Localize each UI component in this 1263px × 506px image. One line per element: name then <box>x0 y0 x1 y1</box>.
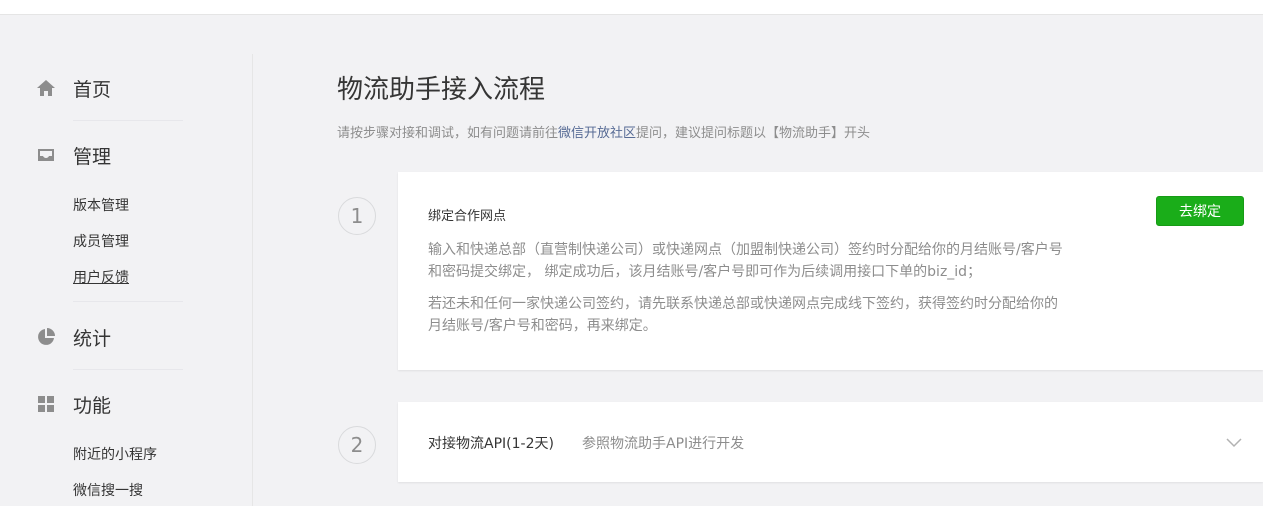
hint-prefix: 请按步骤对接和调试，如有问题请前往 <box>337 126 559 141</box>
home-icon <box>36 78 56 98</box>
description-line: 和密码提交绑定， 绑定成功后，该月结账号/客户号即可作为后续调用接口下单的biz… <box>428 264 982 280</box>
step-title: 绑定合作网点 <box>428 209 507 224</box>
divider <box>73 301 183 302</box>
description-line: 输入和快递总部（直营制快递公司）或快递网点（加盟制快递公司）签约时分配给你的月结… <box>428 242 1063 258</box>
sidebar-subitem-search[interactable]: 微信搜一搜 <box>73 480 143 500</box>
sidebar-item-features[interactable]: 功能 <box>36 392 112 417</box>
sidebar: 首页 管理 版本管理 成员管理 用户反馈 统计 功能 附近的小程序 微信搜一搜 <box>0 54 253 506</box>
description-line: 若还未和任何一家快递公司签约，请先联系快递总部或快递网点完成线下签约，获得签约时… <box>428 296 1058 312</box>
step-description: 参照物流助手API进行开发 <box>582 436 745 452</box>
chevron-down-icon[interactable] <box>1224 432 1244 452</box>
sidebar-item-home[interactable]: 首页 <box>36 76 112 101</box>
sidebar-item-label: 功能 <box>73 394 112 417</box>
sidebar-subitem-members[interactable]: 成员管理 <box>73 231 129 251</box>
divider <box>73 369 183 370</box>
bind-button[interactable]: 去绑定 <box>1156 196 1244 226</box>
sidebar-item-label: 管理 <box>73 145 112 168</box>
step-card-api[interactable]: 对接物流API(1-2天) 参照物流助手API进行开发 <box>398 402 1263 482</box>
page-hint: 请按步骤对接和调试，如有问题请前往微信开放社区提问，建议提问标题以【物流助手】开… <box>337 122 870 141</box>
sidebar-subitem-feedback[interactable]: 用户反馈 <box>73 267 129 287</box>
inbox-icon <box>36 145 56 165</box>
divider <box>73 120 183 121</box>
community-link[interactable]: 微信开放社区 <box>558 126 636 141</box>
sidebar-subitem-nearby[interactable]: 附近的小程序 <box>73 444 157 464</box>
step-number: 1 <box>338 197 376 235</box>
top-bar <box>0 0 1263 15</box>
step-description: 输入和快递总部（直营制快递公司）或快递网点（加盟制快递公司）签约时分配给你的月结… <box>428 239 1078 283</box>
description-line: 月结账号/客户号和密码，再来绑定。 <box>428 318 657 334</box>
hint-suffix: 提问，建议提问标题以【物流助手】开头 <box>636 126 871 141</box>
page-title: 物流助手接入流程 <box>337 75 546 106</box>
step-number: 2 <box>338 426 376 464</box>
sidebar-item-label: 首页 <box>73 78 112 101</box>
step-title: 对接物流API(1-2天) <box>428 436 554 452</box>
sidebar-subitem-version[interactable]: 版本管理 <box>73 195 129 215</box>
sidebar-item-label: 统计 <box>73 327 112 350</box>
grid-icon <box>36 394 56 414</box>
step-note: 若还未和任何一家快递公司签约，请先联系快递总部或快递网点完成线下签约，获得签约时… <box>428 293 1078 337</box>
step-card-bind: 绑定合作网点 去绑定 输入和快递总部（直营制快递公司）或快递网点（加盟制快递公司… <box>398 172 1263 370</box>
sidebar-item-stats[interactable]: 统计 <box>36 325 112 350</box>
pie-chart-icon <box>36 327 56 347</box>
sidebar-item-manage[interactable]: 管理 <box>36 143 112 168</box>
